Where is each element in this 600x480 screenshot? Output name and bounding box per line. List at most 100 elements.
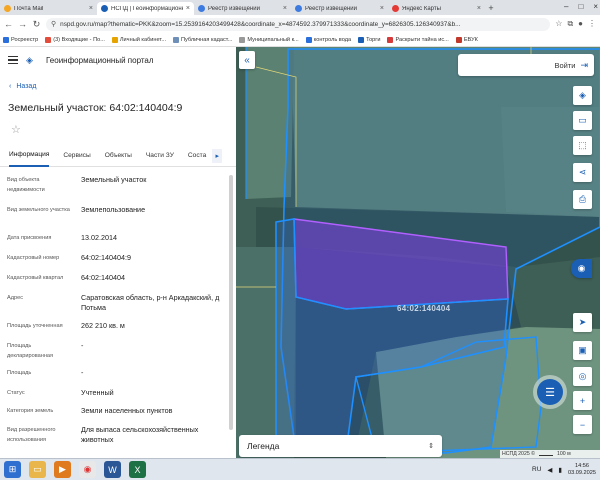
bookmark-water-control[interactable]: контроль вода (305, 36, 351, 43)
collapse-panel-button[interactable]: « (239, 51, 255, 69)
legend-label: Легенда (247, 441, 280, 451)
close-tab-icon[interactable]: × (477, 5, 481, 12)
back-link[interactable]: ‹ Назад (9, 83, 36, 90)
browser-tab-yandex-maps[interactable]: Яндекс Карты × (388, 2, 485, 15)
map-view[interactable]: « Войти ⇥ ◈ ▭ ⬚ ⋖ ⎙ ◉ ➤ ▣ ◎ + − ☰ 64:02:… (236, 47, 600, 458)
browser-menu-icon[interactable]: ⋮ (588, 19, 596, 29)
measure-button[interactable]: ▭ (573, 111, 592, 130)
file-explorer-icon[interactable]: ▭ (29, 461, 46, 478)
map-menu-button[interactable]: ☰ (537, 379, 563, 405)
portal-title: Геоинформационный портал (46, 55, 154, 65)
tab-composition[interactable]: Соста (188, 145, 206, 167)
attr-value: - (81, 368, 84, 377)
print-button[interactable]: ⎙ (573, 190, 592, 209)
share-button[interactable]: ⋖ (573, 163, 592, 182)
zoom-in-button[interactable]: + (573, 391, 592, 410)
attr-value: 262 210 кв. м (81, 321, 125, 330)
site-info-icon[interactable]: ⚲ (51, 20, 56, 28)
bookmark-label: Росреестр (11, 36, 39, 43)
attr-value: 13.02.2014 (81, 233, 117, 242)
bookmark-label: Торги (366, 36, 381, 43)
bookmark-star-icon[interactable]: ☆ (555, 19, 562, 29)
close-tab-icon[interactable]: × (89, 5, 93, 12)
attr-label: Площадь уточненная (7, 323, 63, 329)
locate-button[interactable]: ➤ (573, 313, 592, 332)
chrome-icon[interactable]: ◉ (79, 461, 96, 478)
scale-bar (538, 452, 553, 456)
media-player-icon[interactable]: ▶ (54, 461, 71, 478)
bookmark-icon (239, 36, 246, 43)
bookmark-rosreestr[interactable]: Росреестр (3, 36, 39, 43)
browser-tab-nspd[interactable]: НСПД | Геоинформационный × (97, 2, 194, 15)
close-tab-icon[interactable]: × (283, 5, 287, 12)
legend-dropdown[interactable]: Легенда ⇕ (239, 435, 442, 457)
browser-tab-registry-2[interactable]: Реестр извещений × (291, 2, 388, 15)
attr-value: 64:02:140404:9 (81, 253, 131, 262)
tab-information[interactable]: Информация (9, 145, 50, 167)
favorite-star-icon[interactable]: ☆ (11, 123, 21, 136)
select-area-button[interactable]: ⬚ (573, 136, 592, 155)
print-icon: ⎙ (578, 194, 587, 204)
bookmark-municipal[interactable]: Муниципальный к... (239, 36, 299, 43)
excel-icon[interactable]: X (129, 461, 146, 478)
url-field[interactable]: ⚲ nspd.gov.ru/map?thematic=PKK&zoom=15.2… (46, 17, 551, 31)
word-icon[interactable]: W (104, 461, 121, 478)
bookmark-auctions[interactable]: Торги (358, 36, 381, 43)
panel-scrollbar[interactable] (229, 175, 234, 435)
bookmark-inbox[interactable]: (3) Входящие - По... (45, 36, 105, 43)
close-window-icon[interactable]: × (593, 2, 598, 11)
forward-arrow-icon[interactable]: → (18, 19, 27, 29)
tab-title: НСПД | Геоинформационный (111, 5, 183, 12)
bookmark-cabinet[interactable]: Личный кабинет... (111, 36, 166, 43)
registry-favicon-icon (198, 5, 205, 12)
clock[interactable]: 14:56 03.09.2025 (568, 463, 596, 477)
close-tab-icon[interactable]: × (186, 5, 190, 12)
tab-objects[interactable]: Объекты (105, 145, 132, 167)
hamburger-menu-icon[interactable] (8, 56, 18, 64)
double-chevron-left-icon: « (244, 54, 250, 66)
minus-icon: − (579, 419, 586, 430)
bookmark-evuk[interactable]: ЕВУК (455, 36, 478, 43)
bookmark-disclosure[interactable]: Раскрыти тайна ис... (387, 36, 449, 43)
tab-services[interactable]: Сервисы (63, 145, 90, 167)
chevron-left-icon: ‹ (9, 83, 12, 90)
nspd-favicon-icon (101, 5, 108, 12)
attr-value: Земельный участок (81, 175, 147, 184)
bookmark-public-cadastre[interactable]: Публичная кадаст... (173, 36, 232, 43)
new-tab-button[interactable]: + (485, 3, 497, 15)
extensions-icon[interactable]: ⧉ (567, 19, 573, 29)
tab-parcel-parts[interactable]: Части ЗУ (146, 145, 174, 167)
basemap-button[interactable]: ▣ (573, 341, 592, 360)
bookmark-icon (387, 36, 394, 43)
start-button-icon[interactable]: ⊞ (4, 461, 21, 478)
tab-title: Яндекс Карты (402, 5, 441, 12)
back-arrow-icon[interactable]: ← (4, 19, 13, 29)
tabs-scroll-right-icon[interactable]: ▸ (212, 148, 223, 163)
language-indicator[interactable]: RU (532, 466, 541, 473)
info-tabs: Информация Сервисы Объекты Части ЗУ Сост… (0, 145, 236, 167)
zoom-out-button[interactable]: − (573, 415, 592, 434)
search-panel-button[interactable]: ◉ (571, 259, 592, 278)
login-button[interactable]: Войти ⇥ (458, 54, 594, 76)
close-tab-icon[interactable]: × (380, 5, 384, 12)
attr-label: Кадастровый квартал (7, 275, 64, 281)
browser-tab-registry-1[interactable]: Реестр извещений × (194, 2, 291, 15)
geolocation-button[interactable]: ◎ (573, 367, 592, 386)
attr-value: Земли населенных пунктов (81, 406, 173, 415)
system-tray: RU ◀ ▮ 14:56 03.09.2025 (532, 463, 596, 477)
maximize-icon[interactable]: □ (578, 2, 583, 11)
layers-button[interactable]: ◈ (573, 86, 592, 105)
bookmarks-bar: Росреестр (3) Входящие - По... Личный ка… (0, 33, 600, 47)
ruler-icon: ▭ (578, 115, 587, 125)
scrollbar-thumb[interactable] (229, 175, 233, 430)
profile-icon[interactable]: ● (578, 19, 583, 29)
bookmark-icon (173, 36, 180, 43)
attr-label: Кадастровый номер (7, 255, 60, 261)
speaker-icon[interactable]: ◀ (547, 466, 552, 474)
basemap-icon: ▣ (578, 345, 587, 355)
reload-icon[interactable]: ↻ (32, 19, 41, 30)
target-icon: ◎ (578, 371, 587, 381)
network-icon[interactable]: ▮ (558, 466, 562, 474)
browser-tab-mail[interactable]: Почта Mail × (0, 2, 97, 15)
minimize-icon[interactable]: – (564, 2, 568, 11)
